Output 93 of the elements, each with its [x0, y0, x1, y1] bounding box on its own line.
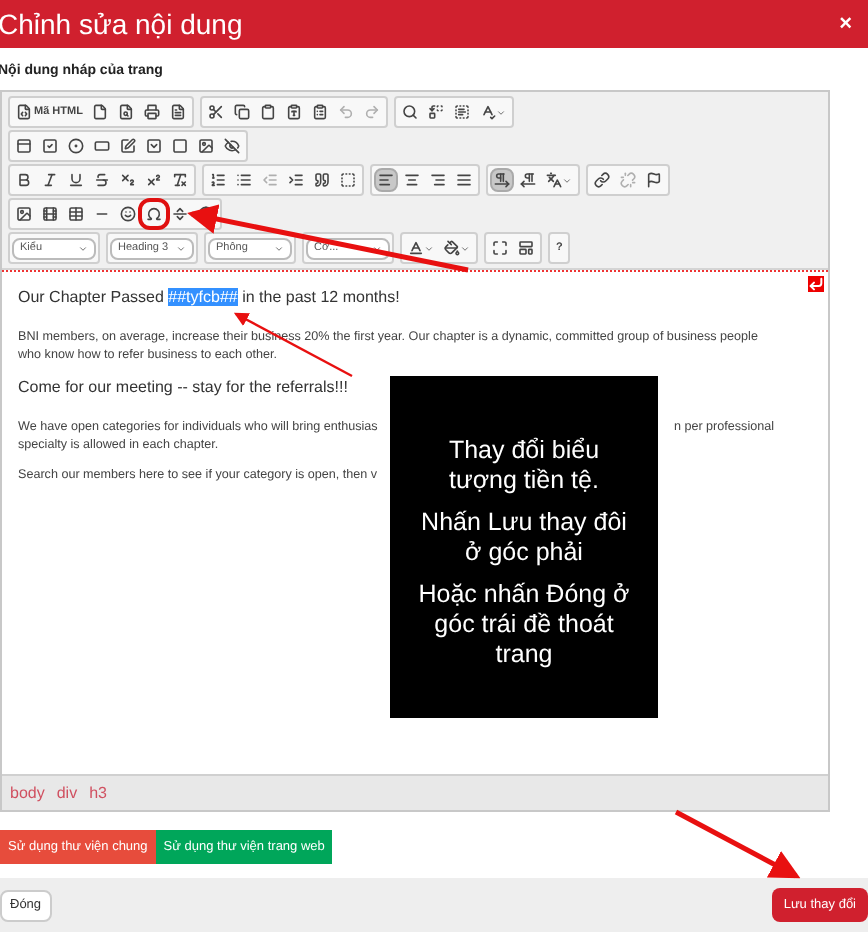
align-left-icon	[378, 172, 394, 188]
toolbar-button[interactable]	[38, 134, 62, 158]
clear-format-icon	[172, 172, 188, 188]
caret-icon	[78, 243, 88, 253]
caret-icon	[460, 243, 470, 253]
text-color-icon	[408, 240, 424, 256]
toolbar-button[interactable]	[424, 100, 449, 124]
dropdown-button[interactable]	[404, 236, 438, 260]
toolbar-button[interactable]	[90, 168, 114, 192]
toolbar-button[interactable]	[642, 168, 666, 192]
toolbar-button[interactable]	[116, 134, 140, 158]
toolbar-button[interactable]	[450, 100, 475, 124]
bold-icon	[16, 172, 32, 188]
toolbar-button[interactable]	[590, 168, 614, 192]
italic-icon	[42, 172, 58, 188]
toolbar-button[interactable]	[64, 168, 88, 192]
toolbar-button[interactable]	[488, 236, 512, 260]
bullet-list-icon	[236, 172, 252, 188]
toolbar-button[interactable]	[38, 202, 62, 226]
close-button[interactable]: ×	[839, 7, 852, 41]
toolbar-button[interactable]	[168, 134, 192, 158]
caret-icon	[176, 243, 186, 253]
caret-icon	[274, 243, 284, 253]
cut-icon	[208, 104, 225, 120]
subscript-icon	[120, 172, 136, 188]
enter-icon	[808, 276, 824, 292]
toolbar-button[interactable]	[310, 168, 334, 192]
checkbox-icon	[42, 138, 58, 154]
paste-text-icon	[286, 104, 303, 120]
arrow	[674, 809, 801, 879]
toolbar-button[interactable]	[220, 134, 244, 158]
strikethrough-icon	[94, 172, 110, 188]
omega-icon	[146, 206, 162, 222]
justify-icon	[456, 172, 472, 188]
toolbar-button[interactable]	[206, 168, 230, 192]
redo-icon	[364, 104, 381, 120]
film-icon	[42, 206, 58, 222]
quote-icon	[314, 172, 330, 188]
paste-icon	[260, 104, 277, 120]
toolbar-button[interactable]	[336, 168, 360, 192]
toolbar-button[interactable]	[374, 168, 398, 192]
spellcheck-icon	[480, 104, 497, 120]
table-icon	[68, 206, 84, 222]
background-color-icon	[444, 240, 460, 256]
copy-icon	[234, 104, 251, 120]
note-text: Hoặc nhấn Đóng ở góc trái đề thoát trang	[416, 580, 632, 670]
underline-icon	[68, 172, 84, 188]
caret-icon	[424, 243, 434, 253]
toolbar-button[interactable]	[398, 100, 423, 124]
toolbar-button[interactable]	[12, 202, 36, 226]
dropdown-button[interactable]	[542, 168, 576, 192]
indent-icon	[288, 172, 304, 188]
heading-text: Our Chapter Passed ##tyfcb## in the past 12 months!	[18, 286, 402, 310]
toolbar-button[interactable]	[490, 168, 514, 192]
radio-icon	[68, 138, 84, 154]
smiley-icon	[120, 206, 136, 222]
numbered-list-icon	[210, 172, 226, 188]
toolbar-button[interactable]	[116, 202, 140, 226]
toolbar-button[interactable]	[194, 134, 218, 158]
dropdown-button[interactable]	[440, 236, 474, 260]
align-center-icon	[404, 172, 420, 188]
path-link[interactable]: body	[10, 781, 45, 805]
toolbar-button[interactable]	[64, 134, 88, 158]
superscript-icon	[146, 172, 162, 188]
align-right-icon	[430, 172, 446, 188]
outdent-icon	[262, 172, 278, 188]
toolbar-button[interactable]	[230, 100, 255, 124]
toolbar-button[interactable]	[140, 100, 165, 124]
maximize-icon	[492, 240, 508, 256]
toolbar-button[interactable]	[514, 236, 538, 260]
toolbar-button[interactable]	[168, 168, 192, 192]
toolbar-button[interactable]	[142, 134, 166, 158]
note-text: Thay đổi biểu tượng tiền tệ.	[446, 436, 602, 496]
link-icon	[594, 172, 610, 188]
toolbar-button[interactable]	[516, 168, 540, 192]
search-icon	[402, 104, 419, 120]
caret-icon	[562, 175, 572, 185]
dialog-title: Chỉnh sửa nội dung	[0, 5, 243, 44]
toolbar-button[interactable]	[64, 202, 88, 226]
undo-icon	[338, 104, 355, 120]
language-icon	[546, 172, 562, 188]
toolbar-button[interactable]	[168, 202, 192, 226]
toolbar-button[interactable]	[12, 134, 36, 158]
caret-icon	[496, 107, 507, 117]
heading-text: Come for our meeting -- stay for the referrals!!!	[18, 376, 350, 400]
print-icon	[144, 104, 161, 120]
unlink-icon	[620, 172, 636, 188]
new-page-icon	[92, 104, 109, 120]
toolbar-button[interactable]	[142, 202, 166, 226]
caret-icon	[372, 243, 382, 253]
image-icon	[16, 206, 32, 222]
note-text: Nhấn Lưu thay đôi ở góc phải	[419, 508, 629, 568]
code-icon	[16, 104, 32, 120]
